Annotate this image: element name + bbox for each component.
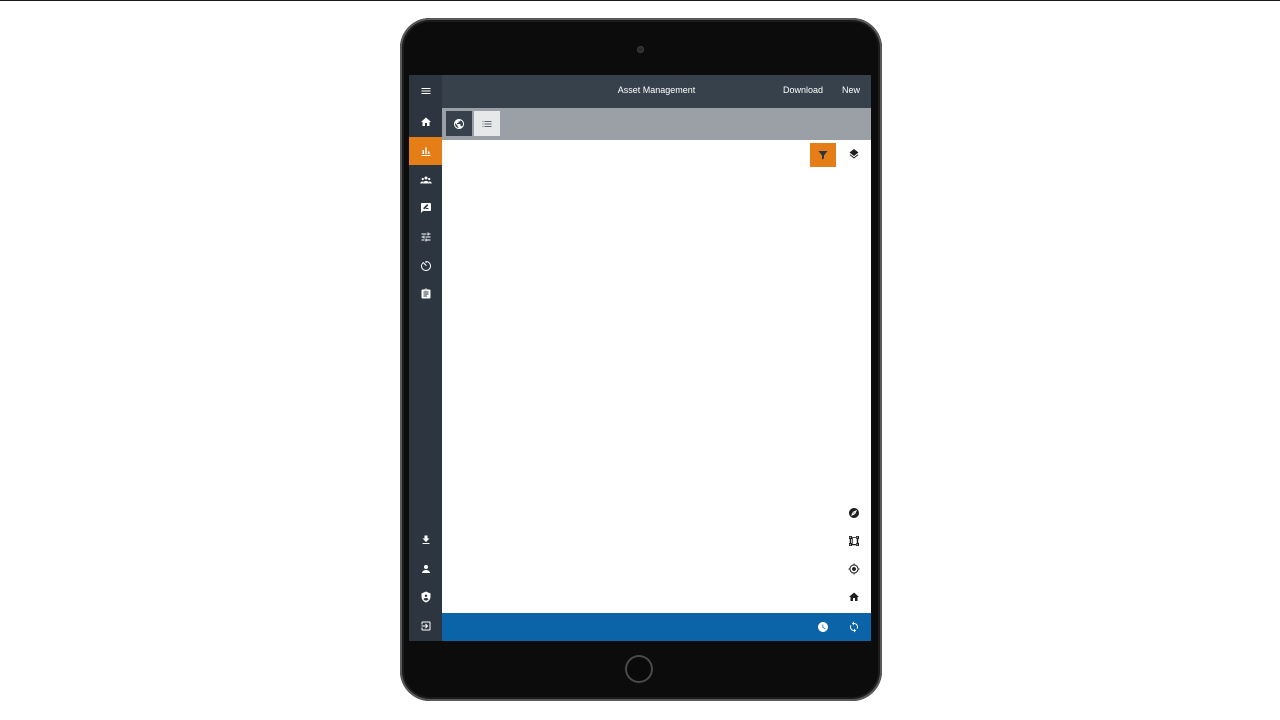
shield-user-icon <box>421 591 430 603</box>
sidebar-item-logout[interactable] <box>409 612 442 640</box>
user-icon <box>421 565 430 573</box>
sidebar-item-groups[interactable] <box>409 166 442 194</box>
compass-icon <box>849 508 859 518</box>
sync-button[interactable] <box>841 615 867 639</box>
map-home-button[interactable] <box>841 585 867 609</box>
compass-button[interactable] <box>841 501 867 525</box>
sidebar-item-feedback[interactable] <box>409 194 442 222</box>
sidebar-item-home[interactable] <box>409 108 442 136</box>
new-button[interactable]: New <box>842 85 860 95</box>
select-area-icon <box>849 536 859 546</box>
sidebar-item-download[interactable] <box>409 526 442 554</box>
view-toggle-bar <box>442 108 871 140</box>
map-view-tab[interactable] <box>446 111 472 136</box>
sidebar-item-profile[interactable] <box>409 555 442 583</box>
top-rule <box>0 0 1280 1</box>
clock-icon <box>818 622 828 632</box>
list-icon <box>482 120 492 127</box>
logout-icon <box>421 621 430 631</box>
map-canvas[interactable] <box>442 140 871 613</box>
globe-icon <box>454 118 464 129</box>
sidebar <box>409 75 442 641</box>
download-button[interactable]: Download <box>783 85 823 95</box>
sidebar-item-reports[interactable] <box>409 137 442 165</box>
sidebar-item-tasks[interactable] <box>409 280 442 308</box>
menu-button[interactable] <box>409 77 442 105</box>
bar-chart-icon <box>421 147 430 156</box>
sidebar-item-timer[interactable] <box>409 252 442 280</box>
sidebar-item-admin[interactable] <box>409 583 442 611</box>
app-screen: Asset Management Download New <box>409 75 871 641</box>
group-icon <box>419 176 432 184</box>
feedback-icon <box>420 203 431 213</box>
layers-icon <box>849 149 859 159</box>
sliders-icon <box>421 232 430 242</box>
filter-button[interactable] <box>810 143 836 167</box>
locate-button[interactable] <box>841 557 867 581</box>
clipboard-icon <box>421 288 430 299</box>
map-home-icon <box>849 592 859 601</box>
filter-icon <box>818 151 828 160</box>
sidebar-item-settings[interactable] <box>409 223 442 251</box>
home-button[interactable] <box>625 655 653 683</box>
camera <box>637 46 644 53</box>
menu-icon <box>421 88 430 94</box>
status-bar <box>442 613 871 641</box>
select-area-button[interactable] <box>841 529 867 553</box>
home-icon <box>420 117 431 126</box>
locate-icon <box>848 563 860 575</box>
timer-icon <box>420 261 431 271</box>
app-bar: Asset Management Download New <box>442 75 871 108</box>
history-button[interactable] <box>810 615 836 639</box>
download-icon <box>422 535 429 544</box>
sync-icon <box>850 621 858 633</box>
list-view-tab[interactable] <box>474 111 500 136</box>
layers-button[interactable] <box>841 143 867 167</box>
